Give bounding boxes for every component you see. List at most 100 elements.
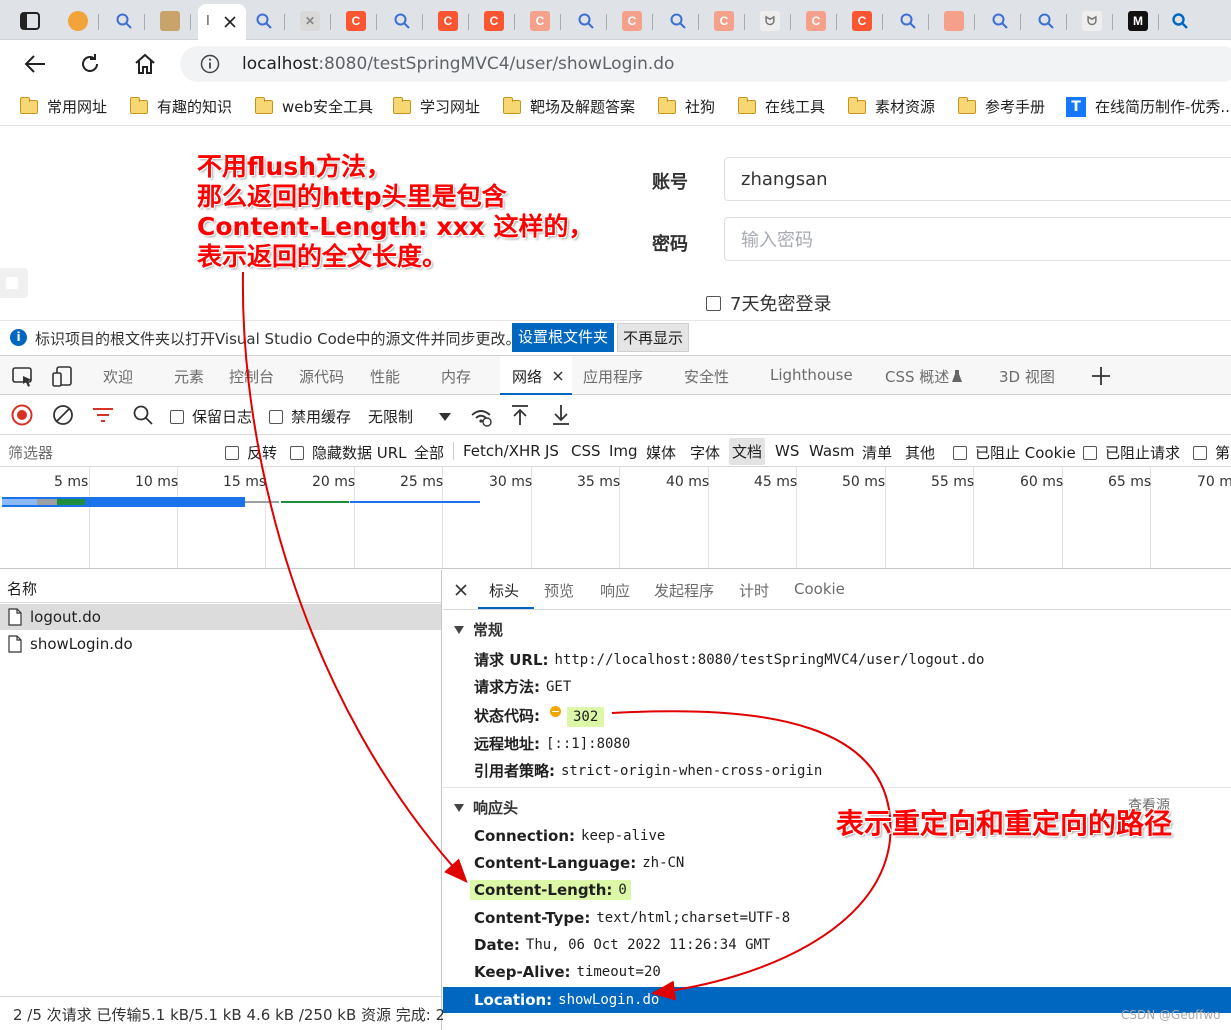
third-party-toggle[interactable]: 第: [1193, 442, 1230, 463]
browser-tab[interactable]: [244, 6, 285, 36]
type-filter-media[interactable]: 媒体: [646, 442, 676, 463]
home-button[interactable]: [129, 50, 161, 78]
tab-headers[interactable]: 标头: [478, 570, 534, 609]
tab-timing[interactable]: 计时: [739, 580, 769, 601]
disable-cache-checkbox[interactable]: [269, 409, 283, 424]
browser-tab[interactable]: C: [428, 6, 469, 36]
import-har-icon[interactable]: [510, 404, 530, 426]
disable-cache-toggle[interactable]: 禁用缓存: [269, 406, 351, 427]
close-detail-icon[interactable]: [455, 584, 467, 596]
browser-tab[interactable]: [934, 6, 975, 36]
dont-show-again-button[interactable]: 不再显示: [617, 323, 690, 352]
browser-tab[interactable]: [566, 6, 607, 36]
invert-toggle[interactable]: 反转: [225, 442, 277, 463]
back-button[interactable]: [19, 50, 51, 78]
throttle-select[interactable]: 无限制: [368, 406, 452, 427]
tab-actions-button[interactable]: [10, 6, 50, 36]
type-filter-img[interactable]: Img: [609, 442, 638, 460]
refresh-button[interactable]: [74, 50, 106, 78]
tab-preview[interactable]: 预览: [544, 580, 574, 601]
browser-tab[interactable]: [1160, 6, 1200, 36]
blocked-cookies-checkbox[interactable]: [953, 445, 967, 460]
type-filter-fetch-xhr[interactable]: Fetch/XHR: [463, 442, 541, 460]
location-row-selected[interactable]: Location: showLogin.do: [443, 987, 1231, 1013]
type-filter-css[interactable]: CSS: [571, 442, 601, 460]
search-icon[interactable]: [133, 405, 153, 425]
bookmark-folder[interactable]: web安全工具: [254, 96, 373, 117]
browser-tab[interactable]: [150, 6, 191, 36]
bookmark-folder[interactable]: 社狗: [657, 96, 715, 117]
url-field[interactable]: localhost:8080/testSpringMVC4/user/showL…: [180, 46, 1231, 82]
tab-3d-view[interactable]: 3D 视图: [999, 366, 1055, 387]
type-filter-js[interactable]: JS: [545, 442, 559, 460]
device-emulation-icon[interactable]: [52, 366, 74, 388]
clear-icon[interactable]: [52, 404, 74, 426]
third-party-checkbox[interactable]: [1193, 445, 1207, 460]
type-filter-all[interactable]: 全部: [414, 442, 444, 463]
browser-tab[interactable]: [658, 6, 699, 36]
side-handle[interactable]: [0, 268, 28, 298]
blocked-requests-checkbox[interactable]: [1083, 445, 1097, 460]
browser-tab[interactable]: C: [842, 6, 883, 36]
browser-tab[interactable]: C: [796, 6, 837, 36]
blocked-cookies-toggle[interactable]: 已阻止 Cookie: [953, 442, 1076, 463]
browser-tab[interactable]: [1026, 6, 1067, 36]
remember-me[interactable]: 7天免密登录: [706, 290, 831, 316]
bookmark-link[interactable]: T 在线简历制作-优秀...: [1066, 96, 1231, 117]
browser-tab[interactable]: ᗢ: [750, 6, 791, 36]
bookmark-folder[interactable]: 有趣的知识: [129, 96, 232, 117]
type-filter-other[interactable]: 其他: [905, 442, 935, 463]
filter-icon[interactable]: [92, 406, 114, 424]
tab-console[interactable]: 控制台: [229, 366, 274, 387]
record-icon[interactable]: [11, 404, 33, 426]
tab-welcome[interactable]: 欢迎: [103, 366, 133, 387]
bookmark-folder[interactable]: 参考手册: [957, 96, 1045, 117]
close-icon[interactable]: [553, 371, 563, 381]
tab-network[interactable]: 网络: [500, 356, 572, 395]
browser-tab[interactable]: [980, 6, 1021, 36]
active-browser-tab[interactable]: I: [198, 4, 246, 40]
add-tab-icon[interactable]: [1091, 366, 1111, 386]
browser-tab[interactable]: C: [704, 6, 745, 36]
blocked-requests-toggle[interactable]: 已阻止请求: [1083, 442, 1180, 463]
tab-sources[interactable]: 源代码: [299, 366, 344, 387]
remember-checkbox[interactable]: [706, 295, 721, 311]
response-headers-section-header[interactable]: 响应头: [453, 797, 518, 818]
type-filter-ws[interactable]: WS: [775, 442, 799, 460]
tab-lighthouse[interactable]: Lighthouse: [770, 366, 853, 384]
browser-tab[interactable]: ✕: [290, 6, 331, 36]
export-har-icon[interactable]: [551, 404, 571, 426]
bookmark-folder[interactable]: 学习网址: [392, 96, 480, 117]
type-filter-font[interactable]: 字体: [690, 442, 720, 463]
tab-application[interactable]: 应用程序: [583, 366, 643, 387]
browser-tab[interactable]: [104, 6, 145, 36]
account-input[interactable]: zhangsan: [724, 157, 1231, 201]
filter-input[interactable]: 筛选器: [8, 442, 53, 463]
type-filter-wasm[interactable]: Wasm: [809, 442, 855, 460]
tab-elements[interactable]: 元素: [174, 366, 204, 387]
invert-checkbox[interactable]: [225, 445, 239, 460]
browser-tab[interactable]: C: [520, 6, 561, 36]
browser-tab[interactable]: ᗢ: [1072, 6, 1113, 36]
browser-tab[interactable]: C: [612, 6, 653, 36]
browser-tab[interactable]: [58, 6, 99, 36]
tab-initiator[interactable]: 发起程序: [654, 580, 714, 601]
type-filter-manifest[interactable]: 清单: [862, 442, 892, 463]
name-column-header[interactable]: 名称: [7, 578, 37, 599]
request-row-logout[interactable]: logout.do: [0, 604, 441, 630]
tab-css-overview[interactable]: CSS 概述: [885, 366, 949, 387]
network-conditions-icon[interactable]: [470, 405, 492, 427]
browser-tab[interactable]: [888, 6, 929, 36]
request-row-showlogin[interactable]: showLogin.do: [0, 631, 441, 657]
tab-security[interactable]: 安全性: [684, 366, 729, 387]
hide-data-url-checkbox[interactable]: [290, 445, 304, 460]
set-root-folder-button[interactable]: 设置根文件夹: [512, 323, 615, 352]
password-input[interactable]: 输入密码: [724, 217, 1231, 261]
info-icon[interactable]: [200, 54, 220, 74]
type-filter-doc[interactable]: 文档: [729, 438, 766, 465]
close-tab-icon[interactable]: [224, 16, 236, 28]
tab-memory[interactable]: 内存: [441, 366, 471, 387]
bookmark-folder[interactable]: 靶场及解题答案: [502, 96, 635, 117]
preserve-log-checkbox[interactable]: [170, 409, 184, 424]
browser-tab[interactable]: C: [336, 6, 377, 36]
